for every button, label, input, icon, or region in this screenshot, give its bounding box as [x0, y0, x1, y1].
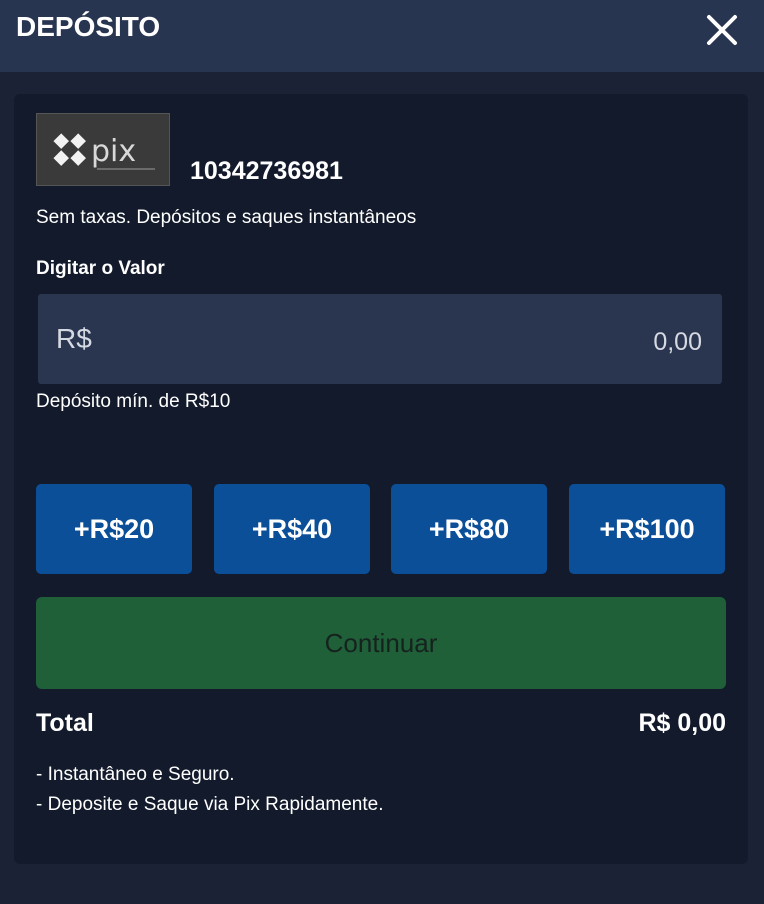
quick-amount-80-button[interactable]: +R$80 [391, 484, 547, 574]
close-icon [707, 15, 737, 45]
fee-description: Sem taxas. Depósitos e saques instantâne… [36, 207, 417, 228]
total-label: Total [36, 709, 94, 737]
quick-amount-100-button[interactable]: +R$100 [569, 484, 725, 574]
quick-amount-40-button[interactable]: +R$40 [214, 484, 370, 574]
page-title: DEPÓSITO [16, 11, 161, 42]
total-value: R$ 0,00 [638, 709, 726, 737]
pix-logo-icon: pix [36, 113, 170, 186]
note-line: - Deposite e Saque via Pix Rapidamente. [36, 794, 384, 815]
continue-button[interactable]: Continuar [36, 597, 726, 689]
deposit-panel: pix 10342736981 Sem taxas. Depósitos e s… [14, 94, 748, 864]
amount-label: Digitar o Valor [36, 258, 165, 279]
amount-input[interactable]: R$ 0,00 [38, 294, 722, 384]
account-number: 10342736981 [190, 157, 343, 185]
modal-header: DEPÓSITO [0, 0, 764, 72]
close-button[interactable] [700, 8, 744, 52]
currency-prefix: R$ [56, 323, 92, 354]
note-line: - Instantâneo e Seguro. [36, 764, 235, 785]
svg-text:pix: pix [91, 134, 136, 169]
amount-value: 0,00 [653, 328, 702, 356]
quick-amount-20-button[interactable]: +R$20 [36, 484, 192, 574]
minimum-deposit-text: Depósito mín. de R$10 [36, 391, 231, 412]
